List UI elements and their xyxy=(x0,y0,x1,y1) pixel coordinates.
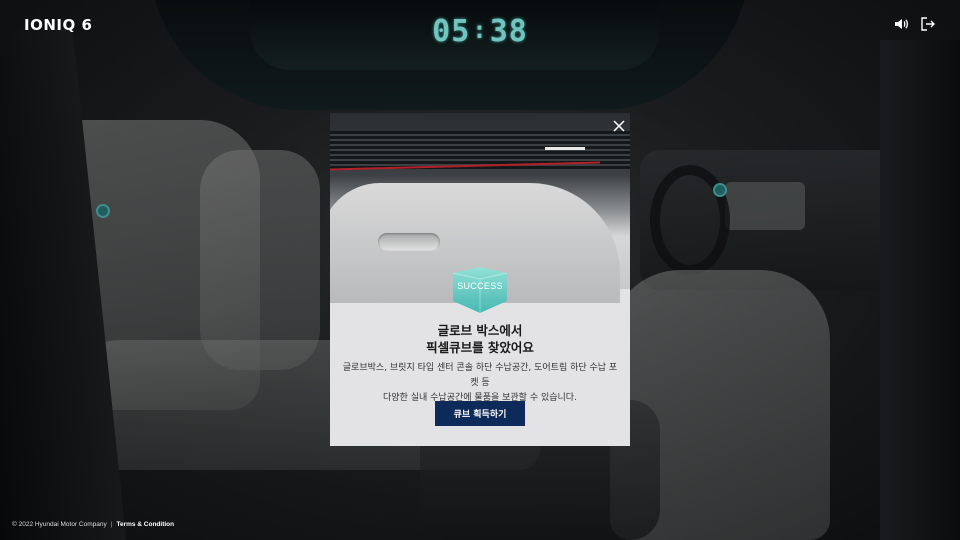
glove-box-photo xyxy=(330,113,630,303)
hotspot-rear-seat[interactable] xyxy=(96,204,110,218)
modal-title-line1: 글로브 박스에서 xyxy=(437,323,523,338)
timer-minutes: 05 xyxy=(432,14,471,49)
footer: © 2022 Hyundai Motor Company | Terms & Con… xyxy=(12,521,174,528)
speaker-icon[interactable] xyxy=(893,16,911,34)
countdown-timer: 05:38 xyxy=(432,14,528,49)
success-modal: SUCCESS 글로브 박스에서 픽셀큐브를 찾았어요 글로브박스, 브릿지 타… xyxy=(330,113,630,446)
timer-seconds: 38 xyxy=(489,14,528,49)
copyright-text: © 2022 Hyundai Motor Company xyxy=(12,521,107,528)
modal-title-line2: 픽셀큐브를 찾았어요 xyxy=(426,340,534,355)
success-badge-label: SUCCESS xyxy=(457,281,503,291)
hotspot-dashboard[interactable] xyxy=(713,183,727,197)
terms-link[interactable]: Terms & Condition xyxy=(116,521,174,528)
exit-icon[interactable] xyxy=(920,16,938,34)
brand-logo: IONIQ 6 xyxy=(24,16,93,34)
close-icon[interactable] xyxy=(611,118,627,134)
get-cube-button[interactable]: 큐브 획득하기 xyxy=(435,401,525,426)
modal-title: 글로브 박스에서 픽셀큐브를 찾았어요 xyxy=(330,322,630,356)
footer-separator: | xyxy=(110,521,113,528)
modal-description: 글로브박스, 브릿지 타입 센터 콘솔 하단 수납공간, 도어트림 하단 수납 … xyxy=(340,361,620,406)
modal-desc-line1: 글로브박스, 브릿지 타입 센터 콘솔 하단 수납공간, 도어트림 하단 수납 … xyxy=(342,363,618,388)
